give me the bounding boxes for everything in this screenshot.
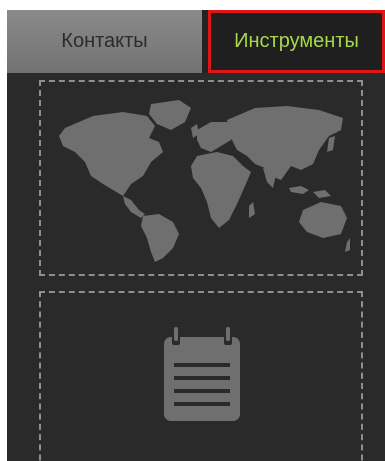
tools-panel: Контакты Инструменты (7, 10, 385, 461)
notepad-tool-card[interactable] (39, 291, 363, 461)
tab-contacts[interactable]: Контакты (7, 10, 202, 73)
tab-tools[interactable]: Инструменты (208, 10, 385, 73)
tab-bar: Контакты Инструменты (7, 10, 385, 73)
notepad-icon (164, 327, 240, 421)
world-map-tool-card[interactable] (39, 80, 363, 276)
world-map-icon (59, 100, 350, 262)
